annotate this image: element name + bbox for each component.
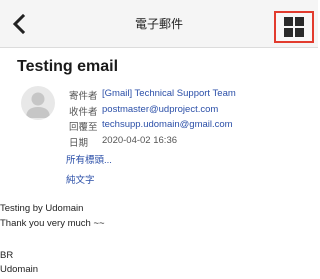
email-body-line: Testing by Udomain	[0, 203, 84, 214]
grid-view-button[interactable]	[274, 11, 314, 43]
date-value: 2020-04-02 16:36	[102, 134, 178, 146]
date-label: 日期	[69, 137, 89, 149]
to-row: 收件者 postmaster@udproject.com	[66, 104, 236, 120]
email-subject: Testing email	[17, 58, 119, 75]
email-header-fields: 寄件者 [Gmail] Technical Support Team 收件者 p…	[66, 88, 236, 150]
email-body-line: Udomain	[0, 264, 39, 275]
from-label: 寄件者	[69, 91, 98, 102]
reply-to-row: 回覆至 techsupp.udomain@gmail.com	[66, 119, 236, 135]
from-row: 寄件者 [Gmail] Technical Support Team	[66, 88, 236, 104]
person-icon	[26, 92, 50, 118]
avatar	[21, 86, 55, 120]
from-value[interactable]: [Gmail] Technical Support Team	[102, 88, 236, 104]
top-bar: 電子郵件	[0, 0, 318, 48]
email-body-line: Thank you very much ~~	[0, 218, 105, 229]
to-label: 收件者	[69, 106, 98, 118]
date-row: 日期 2020-04-02 16:36	[66, 135, 236, 151]
to-value[interactable]: postmaster@udproject.com	[102, 104, 218, 120]
all-headers-link[interactable]: 所有標頭...	[66, 152, 112, 166]
reply-to-label: 回覆至	[69, 122, 98, 133]
page-title: 電子郵件	[134, 17, 183, 31]
grid-icon	[284, 17, 304, 37]
plain-text-link[interactable]: 純文字	[66, 172, 95, 186]
reply-to-value[interactable]: techsupp.udomain@gmail.com	[102, 119, 233, 135]
email-body-line: BR	[0, 250, 14, 261]
